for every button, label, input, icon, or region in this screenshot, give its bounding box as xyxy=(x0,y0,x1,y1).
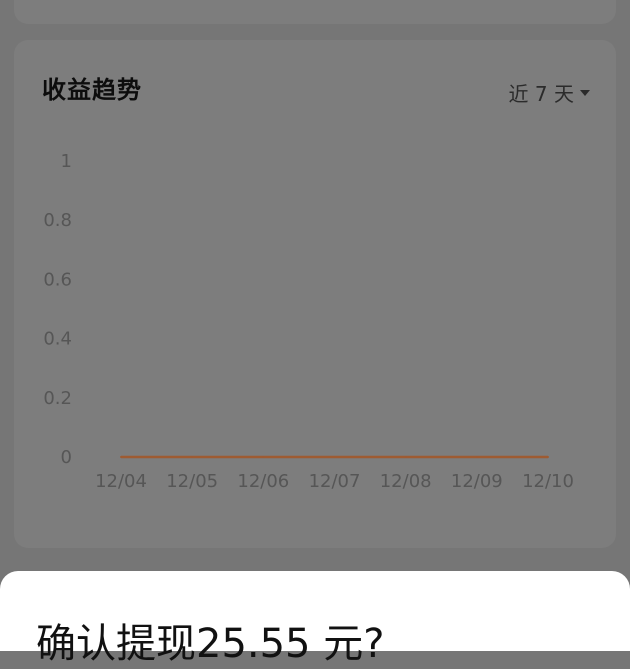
data-point xyxy=(333,456,336,458)
data-point xyxy=(404,456,407,458)
data-point xyxy=(547,456,549,458)
earnings-trend-card: 收益趋势 近 7 天 1 0.8 0.6 0.4 0.2 0 12/04 12/05 12/06… xyxy=(14,40,616,548)
y-tick-label: 1 xyxy=(61,151,72,172)
x-tick-label: 12/09 xyxy=(451,471,503,492)
y-tick-label: 0.8 xyxy=(43,210,72,231)
data-point xyxy=(262,456,265,458)
x-tick-label: 12/04 xyxy=(95,471,147,492)
y-tick-label: 0.6 xyxy=(43,269,72,290)
data-point xyxy=(475,456,478,458)
x-tick-label: 12/10 xyxy=(522,471,574,492)
y-tick-label: 0 xyxy=(61,447,72,468)
previous-card xyxy=(14,0,616,24)
earnings-line-chart: 1 0.8 0.6 0.4 0.2 0 12/04 12/05 12/06 12/07 12/08 1… xyxy=(43,151,574,492)
y-tick-label: 0.4 xyxy=(43,329,72,350)
data-point xyxy=(191,456,194,458)
x-tick-label: 12/05 xyxy=(166,471,218,492)
x-tick-label: 12/07 xyxy=(309,471,361,492)
x-tick-label: 12/06 xyxy=(237,471,289,492)
data-point xyxy=(120,456,122,458)
x-tick-label: 12/08 xyxy=(380,471,432,492)
y-tick-label: 0.2 xyxy=(43,388,72,409)
confirm-withdraw-title: 确认提现25.55 元? xyxy=(36,621,385,667)
confirm-withdraw-sheet: 确认提现25.55 元? xyxy=(0,571,630,667)
